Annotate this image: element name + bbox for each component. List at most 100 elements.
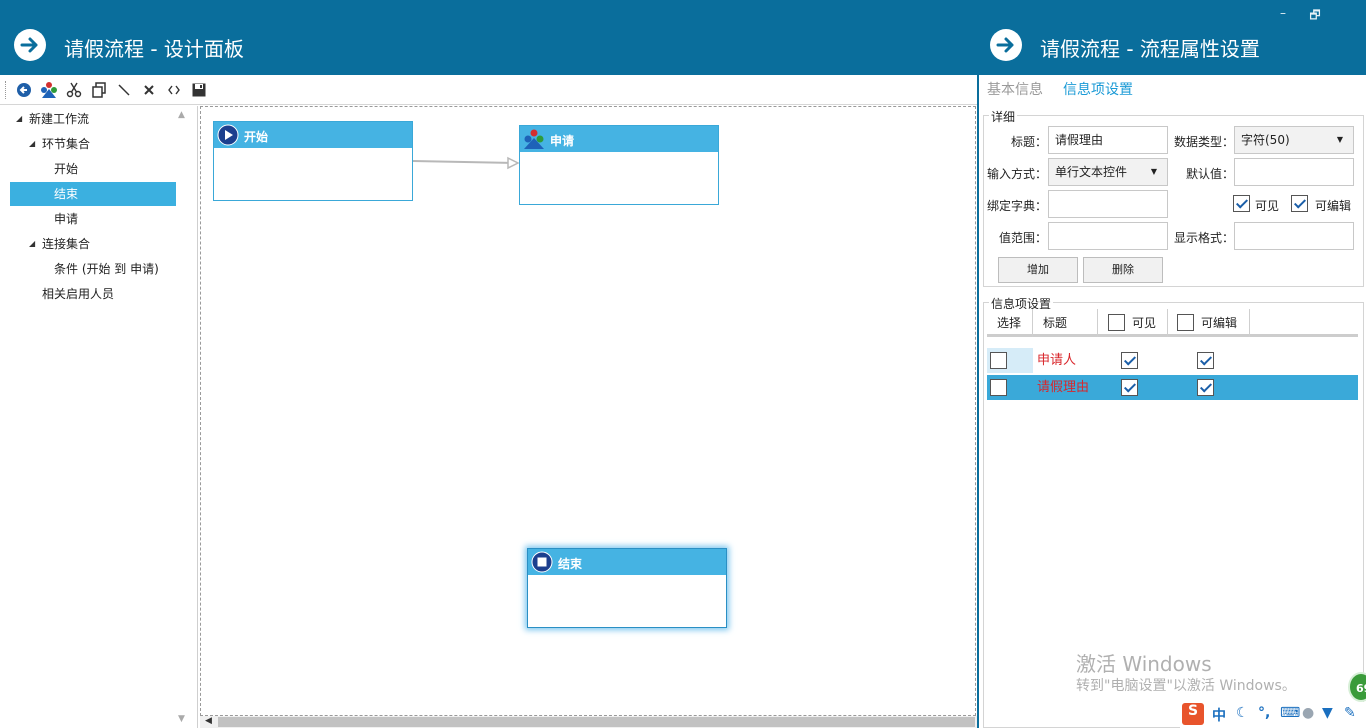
column-visible-label: 可见 bbox=[1132, 316, 1157, 330]
tree-users[interactable]: 相关启用人员 bbox=[42, 282, 114, 306]
bind-dict-input[interactable] bbox=[1048, 190, 1168, 218]
visible-checkbox[interactable] bbox=[1233, 195, 1250, 212]
scroll-up-icon[interactable]: ▲ bbox=[178, 110, 185, 120]
node-header: 结束 bbox=[528, 549, 726, 575]
column-select: 选择 bbox=[987, 309, 1033, 337]
delete-button[interactable]: 删除 bbox=[1083, 257, 1163, 283]
tree-node-apply[interactable]: 申请 bbox=[54, 207, 78, 231]
table-row-selected[interactable]: 请假理由 bbox=[987, 375, 1358, 400]
title-input[interactable]: 请假理由 bbox=[1048, 126, 1168, 154]
back-icon[interactable] bbox=[15, 81, 33, 99]
user-icon[interactable]: ● bbox=[1302, 705, 1314, 721]
value-range-label: 值范围： bbox=[998, 231, 1047, 245]
input-mode-label: 输入方式： bbox=[986, 167, 1047, 181]
items-grid-header: 选择 标题 可见 可编辑 bbox=[987, 309, 1358, 337]
default-value-input[interactable] bbox=[1234, 158, 1354, 186]
row-editable-checkbox[interactable] bbox=[1197, 352, 1214, 369]
row-visible-checkbox[interactable] bbox=[1121, 352, 1138, 369]
row-editable-checkbox[interactable] bbox=[1197, 379, 1214, 396]
add-node-icon[interactable] bbox=[40, 81, 58, 99]
delete-icon[interactable] bbox=[140, 81, 158, 99]
play-icon bbox=[217, 124, 239, 146]
people-icon bbox=[524, 129, 544, 149]
default-value-label: 默认值： bbox=[1185, 167, 1234, 181]
title-label: 标题： bbox=[1010, 135, 1047, 149]
properties-panel: 基本信息 信息项设置 详细 标题： 请假理由 数据类型： 字符(50) ▼ 输入… bbox=[977, 75, 1366, 728]
code-icon[interactable] bbox=[165, 81, 183, 99]
detail-group-title: 详细 bbox=[989, 108, 1018, 125]
editable-label: 可编辑 bbox=[1315, 199, 1352, 213]
expand-triangle-icon[interactable]: ◢ bbox=[29, 239, 35, 248]
activation-watermark-title: 激活 Windows bbox=[1076, 652, 1212, 676]
keyboard-icon[interactable]: ⌨ bbox=[1280, 705, 1300, 721]
column-visible: 可见 bbox=[1098, 309, 1168, 337]
toolbar-grip[interactable] bbox=[5, 81, 7, 99]
editable-all-checkbox[interactable] bbox=[1177, 314, 1194, 331]
row-select-cell bbox=[987, 375, 1033, 400]
properties-panel-title: 请假流程 - 流程属性设置 bbox=[1040, 37, 1260, 61]
canvas-horizontal-scrollbar[interactable]: ◀ bbox=[200, 716, 977, 728]
input-mode-value: 单行文本控件 bbox=[1055, 165, 1128, 179]
stop-icon bbox=[531, 551, 553, 573]
scroll-left-icon[interactable]: ◀ bbox=[205, 716, 212, 726]
arrow-right-icon bbox=[14, 29, 46, 61]
save-icon[interactable] bbox=[190, 81, 208, 99]
tab-basic-info[interactable]: 基本信息 bbox=[987, 79, 1043, 99]
node-header: 开始 bbox=[214, 122, 412, 148]
moon-icon[interactable]: ☾ bbox=[1236, 705, 1249, 721]
ime-tray: S 中 ☾ °, ⌨ ● ▼ ✎ bbox=[1180, 702, 1366, 728]
add-button[interactable]: 增加 bbox=[998, 257, 1078, 283]
row-select-cell bbox=[987, 348, 1033, 373]
scrollbar-thumb[interactable] bbox=[218, 717, 975, 727]
column-editable-label: 可编辑 bbox=[1201, 316, 1238, 330]
column-title: 标题 bbox=[1033, 309, 1098, 337]
arrow-right-icon bbox=[990, 29, 1022, 61]
expand-triangle-icon[interactable]: ◢ bbox=[29, 139, 35, 148]
tree-nodes-group[interactable]: 环节集合 bbox=[42, 132, 90, 156]
app-header: 请假流程 - 设计面板 请假流程 - 流程属性设置 – 🗗 bbox=[0, 0, 1366, 75]
value-range-input[interactable] bbox=[1048, 222, 1168, 250]
display-format-label: 显示格式： bbox=[1173, 231, 1234, 245]
minimize-button[interactable]: – bbox=[1272, 6, 1294, 20]
tab-info-items[interactable]: 信息项设置 bbox=[1063, 79, 1133, 99]
visible-all-checkbox[interactable] bbox=[1108, 314, 1125, 331]
input-mode-select[interactable]: 单行文本控件 ▼ bbox=[1048, 158, 1168, 186]
datatype-label: 数据类型： bbox=[1173, 135, 1234, 149]
copy-icon[interactable] bbox=[90, 81, 108, 99]
bind-dict-label: 绑定字典： bbox=[986, 199, 1047, 213]
tree-node-end[interactable]: 结束 bbox=[10, 182, 176, 206]
tree-link-item[interactable]: 条件 (开始 到 申请) bbox=[54, 257, 159, 281]
row-select-checkbox[interactable] bbox=[990, 379, 1007, 396]
design-panel-title: 请假流程 - 设计面板 bbox=[64, 37, 244, 61]
editable-checkbox[interactable] bbox=[1291, 195, 1308, 212]
workflow-node-apply[interactable]: 申请 bbox=[519, 125, 719, 205]
tree-node-start[interactable]: 开始 bbox=[54, 157, 78, 181]
wrench-icon[interactable]: ✎ bbox=[1344, 705, 1356, 721]
datatype-select[interactable]: 字符(50) ▼ bbox=[1234, 126, 1354, 154]
row-visible-checkbox[interactable] bbox=[1121, 379, 1138, 396]
line-icon[interactable] bbox=[115, 81, 133, 99]
table-row[interactable]: 申请人 bbox=[987, 348, 1358, 373]
scroll-down-icon[interactable]: ▼ bbox=[178, 714, 185, 724]
activation-watermark-text: 转到"电脑设置"以激活 Windows。 bbox=[1076, 678, 1296, 694]
node-title: 开始 bbox=[244, 130, 269, 144]
restore-button[interactable]: 🗗 bbox=[1304, 6, 1326, 27]
sogou-logo-icon[interactable]: S bbox=[1182, 703, 1204, 725]
row-title: 申请人 bbox=[1037, 353, 1077, 368]
punctuation-icon[interactable]: °, bbox=[1258, 705, 1270, 721]
tree-links-group[interactable]: 连接集合 bbox=[42, 232, 90, 256]
visible-label: 可见 bbox=[1255, 199, 1280, 213]
node-header: 申请 bbox=[520, 126, 718, 152]
cut-icon[interactable] bbox=[65, 81, 83, 99]
display-format-input[interactable] bbox=[1234, 222, 1354, 250]
ime-mode[interactable]: 中 bbox=[1212, 705, 1226, 725]
workflow-node-start[interactable]: 开始 bbox=[213, 121, 413, 201]
designer-toolbar bbox=[0, 75, 977, 105]
tree-root[interactable]: 新建工作流 bbox=[29, 107, 89, 131]
node-title: 申请 bbox=[550, 134, 575, 148]
shirt-icon[interactable]: ▼ bbox=[1322, 705, 1333, 721]
workflow-node-end[interactable]: 结束 bbox=[527, 548, 727, 628]
expand-triangle-icon[interactable]: ◢ bbox=[16, 114, 22, 123]
chevron-down-icon: ▼ bbox=[1150, 167, 1157, 176]
row-select-checkbox[interactable] bbox=[990, 352, 1007, 369]
